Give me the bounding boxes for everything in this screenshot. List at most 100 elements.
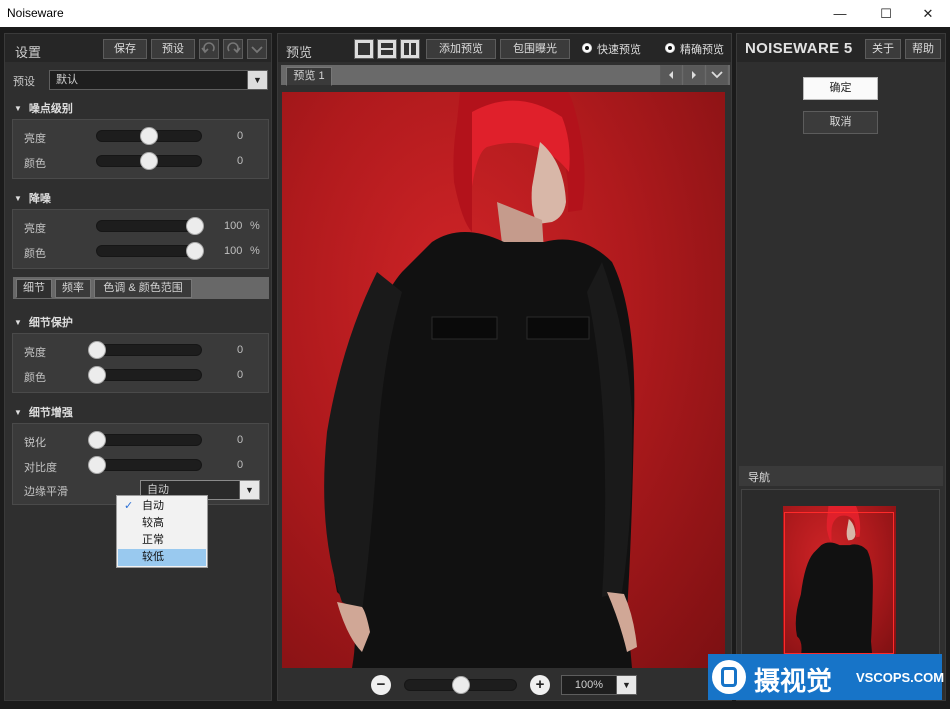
slider-value: 100	[224, 220, 243, 232]
tab-menu-button[interactable]	[706, 65, 728, 85]
next-tab-button[interactable]	[683, 65, 705, 85]
watermark: 摄视觉 VSCOPS.COM	[708, 654, 945, 700]
tab-preview-1[interactable]: 预览 1	[286, 67, 332, 86]
right-panel: NOISEWARE 5 关于 帮助 确定 取消 导航	[736, 33, 946, 701]
sharpen-slider[interactable]	[88, 431, 202, 449]
single-view-button[interactable]	[354, 39, 374, 59]
noise-reduction-luminance-slider[interactable]	[96, 217, 204, 235]
preset-select[interactable]: 默认 ▼	[49, 70, 268, 90]
slider-thumb[interactable]	[88, 456, 106, 474]
slider-label: 亮度	[24, 347, 46, 359]
slider-value: 100	[224, 245, 243, 257]
split-vertical-button[interactable]	[400, 39, 420, 59]
chevron-down-icon	[711, 71, 723, 79]
cancel-button[interactable]: 取消	[803, 111, 878, 134]
single-view-icon	[358, 43, 370, 55]
portrait-image	[324, 92, 637, 668]
split-vertical-icon	[404, 43, 416, 55]
edge-smoothing-dropdown: ✓ 自动 较高 正常 较低	[116, 495, 208, 568]
detail-protection-color-slider[interactable]	[88, 366, 202, 384]
maximize-button[interactable]: ☐	[864, 0, 908, 27]
fast-preview-radio[interactable]	[582, 43, 592, 53]
noise-reduction-title[interactable]: 降噪	[14, 190, 51, 206]
dropdown-option-low[interactable]: 较低	[118, 549, 206, 566]
minimize-button[interactable]: —	[818, 0, 862, 27]
slider-value: 0	[237, 369, 244, 381]
noise-reduction-section: 亮度 100 % 颜色 100 %	[12, 209, 269, 269]
slider-thumb[interactable]	[88, 431, 106, 449]
split-horizontal-button[interactable]	[377, 39, 397, 59]
edge-smoothing-label: 边缘平滑	[24, 486, 68, 498]
history-dropdown-button[interactable]	[247, 39, 267, 59]
bracket-exposure-button[interactable]: 包围曝光	[500, 39, 570, 59]
slider-thumb[interactable]	[140, 127, 158, 145]
zoom-slider-thumb[interactable]	[451, 676, 470, 694]
tab-detail[interactable]: 细节	[16, 279, 52, 298]
noise-level-section: 亮度 0 颜色 0	[12, 119, 269, 179]
tab-frequency[interactable]: 频率	[55, 279, 91, 298]
slider-thumb[interactable]	[140, 152, 158, 170]
window-title: Noiseware	[7, 6, 64, 20]
zoom-out-button[interactable]: −	[371, 675, 391, 695]
slider-value: 0	[237, 459, 244, 471]
watermark-cn-text: 摄视觉	[754, 666, 833, 696]
zoom-in-button[interactable]: +	[530, 675, 550, 695]
slider-thumb[interactable]	[185, 217, 204, 235]
slider-value: 0	[237, 155, 244, 167]
watermark-en-text: VSCOPS.COM	[856, 670, 945, 685]
undo-icon	[201, 42, 215, 54]
preview-image[interactable]	[282, 92, 725, 668]
slider-label: 颜色	[24, 158, 46, 170]
caret-left-icon	[669, 71, 673, 79]
about-button[interactable]: 关于	[865, 39, 901, 59]
dropdown-option-auto[interactable]: ✓ 自动	[118, 498, 206, 515]
slider-label: 亮度	[24, 223, 46, 235]
undo-button[interactable]	[199, 39, 219, 59]
split-horizontal-icon	[381, 43, 393, 55]
settings-title: 设置	[15, 45, 42, 60]
preview-title: 预览	[286, 45, 313, 60]
navigator-view-rect[interactable]	[784, 512, 894, 654]
close-button[interactable]: ✕	[906, 0, 950, 27]
noise-level-luminance-slider[interactable]	[96, 127, 202, 145]
noise-level-color-slider[interactable]	[96, 152, 202, 170]
slider-thumb[interactable]	[88, 366, 106, 384]
preset-select-value: 默认	[56, 74, 78, 86]
zoom-slider[interactable]	[404, 676, 517, 694]
slider-thumb[interactable]	[185, 242, 204, 260]
dropdown-option-normal[interactable]: 正常	[118, 532, 206, 549]
detail-protection-luminance-slider[interactable]	[88, 341, 202, 359]
zoom-value: 100%	[574, 679, 604, 691]
dropdown-option-high[interactable]: 较高	[118, 515, 206, 532]
noise-reduction-color-slider[interactable]	[96, 242, 204, 260]
accurate-preview-label: 精确预览	[680, 44, 724, 56]
app-logo: NOISEWARE 5	[745, 40, 853, 57]
zoom-select[interactable]: 100% ▼	[561, 675, 637, 695]
help-button[interactable]: 帮助	[905, 39, 941, 59]
slider-thumb[interactable]	[88, 341, 106, 359]
contrast-slider[interactable]	[88, 456, 202, 474]
settings-panel: 设置 保存 预设 预设 默认 ▼ 噪点级别 亮度 0 颜色 0 降噪 亮度 10…	[4, 33, 272, 701]
noise-level-title[interactable]: 噪点级别	[14, 100, 73, 116]
prev-tab-button[interactable]	[660, 65, 682, 85]
redo-button[interactable]	[223, 39, 243, 59]
detail-protection-title[interactable]: 细节保护	[14, 314, 73, 330]
slider-label: 颜色	[24, 372, 46, 384]
accurate-preview-radio[interactable]	[665, 43, 675, 53]
preview-panel: 预览 添加预览 包围曝光 快速预览 精确预览 预览 1 − + 100% ▼	[277, 33, 732, 701]
caret-right-icon	[692, 71, 696, 79]
slider-value: 0	[237, 130, 244, 142]
chevron-down-icon	[251, 46, 263, 54]
slider-unit: %	[250, 220, 260, 232]
save-button[interactable]: 保存	[103, 39, 147, 59]
add-preview-button[interactable]: 添加预览	[426, 39, 496, 59]
watermark-logo-icon	[712, 660, 746, 694]
ok-button[interactable]: 确定	[803, 77, 878, 100]
preset-button[interactable]: 预设	[151, 39, 195, 59]
navigator-title: 导航	[748, 472, 770, 484]
navigator-thumbnail[interactable]	[783, 506, 896, 656]
preset-label: 预设	[13, 76, 35, 88]
tab-tone-color-range[interactable]: 色调 & 颜色范围	[94, 279, 192, 298]
slider-label: 对比度	[24, 462, 57, 474]
detail-enhancement-title[interactable]: 细节增强	[14, 404, 73, 420]
